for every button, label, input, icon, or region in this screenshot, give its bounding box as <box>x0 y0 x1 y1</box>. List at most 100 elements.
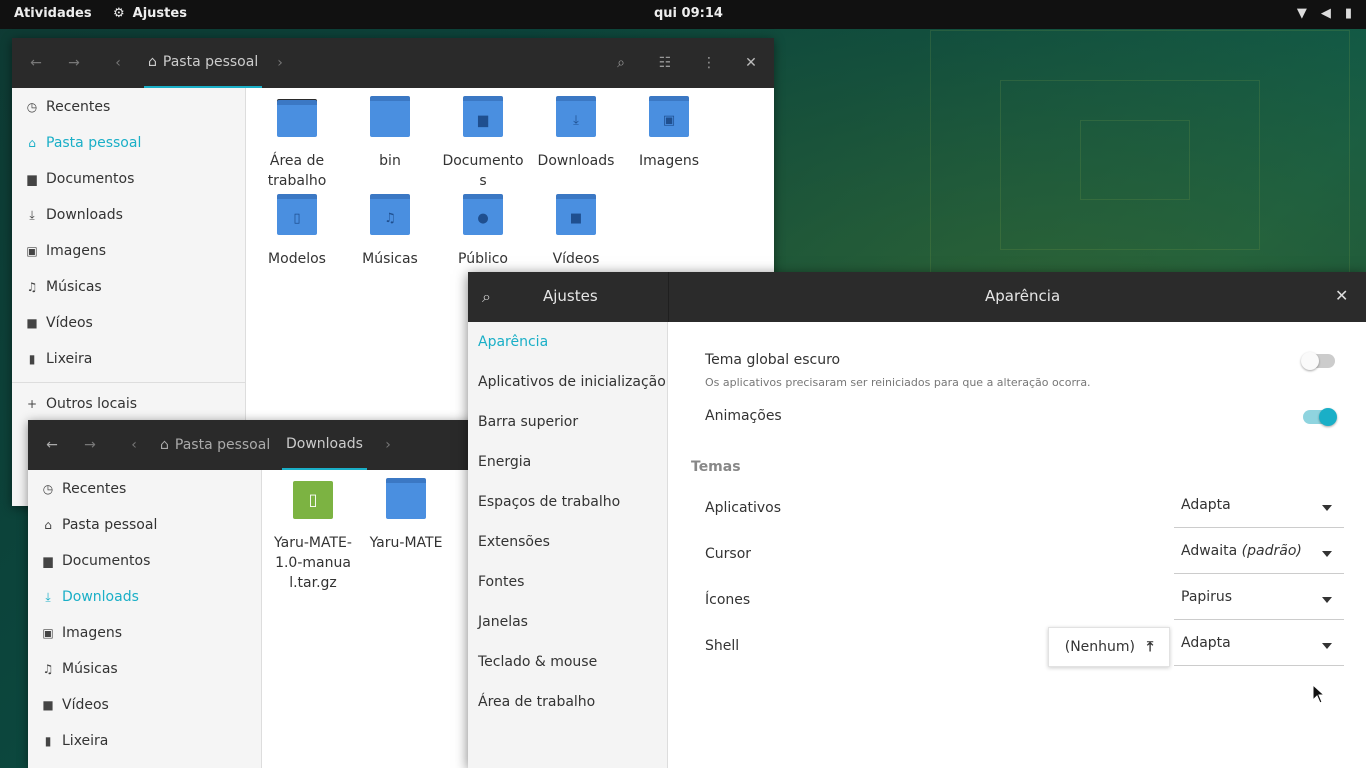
system-tray[interactable]: ▼ ◀ ▮ <box>1297 6 1352 21</box>
back-icon[interactable]: ← <box>34 420 70 470</box>
activities-button[interactable]: Atividades <box>14 6 92 21</box>
forward-icon[interactable]: → <box>56 38 92 88</box>
toggle-knob <box>1319 408 1337 426</box>
file-item-bin[interactable]: bin <box>348 96 432 171</box>
animations-label: Animações <box>705 408 782 424</box>
sidebar-item-pasta-pessoal[interactable]: ⌂ Pasta pessoal <box>12 125 245 161</box>
path-right-icon[interactable]: › <box>370 420 406 470</box>
upload-icon: ⤒ <box>1147 639 1154 655</box>
shell-popup-button[interactable]: (Nenhum) ⤒ <box>1048 627 1170 667</box>
file-manager-downloads-window: ← → ‹ ⌂ Pasta pessoal Downloads › ◷ Recen… <box>28 420 488 768</box>
nav-item-teclado[interactable]: Teclado & mouse <box>478 654 597 670</box>
view-options-icon[interactable]: ☷ <box>647 38 683 88</box>
sidebar-item-documentos[interactable]: ▆ Documentos <box>28 543 261 579</box>
file-item-area-de-trabalho[interactable]: Área de trabalho <box>255 99 339 191</box>
file-item-yaru-mate[interactable]: Yaru-MATE <box>364 478 448 553</box>
nav-item-janelas[interactable]: Janelas <box>478 614 528 630</box>
file-label: Downloads <box>537 153 615 169</box>
file-item-yaru-mate-archive[interactable]: ▯ Yaru-MATE-1.0-manual.tar.gz <box>271 481 355 593</box>
file-item-modelos[interactable]: ▯ Modelos <box>255 194 339 269</box>
path-current-label: Downloads <box>286 436 363 452</box>
path-left-icon[interactable]: ‹ <box>116 420 152 470</box>
search-icon[interactable]: ⌕ <box>482 287 491 307</box>
dropdown-value: Adapta <box>1181 635 1231 651</box>
animations-toggle[interactable] <box>1303 408 1337 426</box>
back-icon[interactable]: ← <box>18 38 54 88</box>
sidebar-item-documentos[interactable]: ▆ Documentos <box>12 161 245 197</box>
path-home-button[interactable]: ⌂ Pasta pessoal <box>144 38 263 88</box>
nav-item-extensoes[interactable]: Extensões <box>478 534 550 550</box>
nav-item-barra-superior[interactable]: Barra superior <box>478 414 578 430</box>
file-label: Vídeos <box>552 251 600 267</box>
templates-folder-icon: ▯ <box>277 194 317 235</box>
path-right-icon[interactable]: › <box>262 38 298 88</box>
mouse-pointer-icon <box>1312 684 1324 704</box>
search-icon[interactable]: ⌕ <box>603 38 639 88</box>
image-icon: ▣ <box>42 626 54 640</box>
images-folder-icon: ▣ <box>649 96 689 137</box>
document-icon: ▆ <box>27 172 37 186</box>
sidebar-item-downloads[interactable]: ⤓ Downloads <box>28 579 261 615</box>
file-item-publico[interactable]: ● Público <box>441 194 525 269</box>
trash-icon: ▮ <box>28 352 36 366</box>
sidebar-item-musicas[interactable]: ♫ Músicas <box>12 269 245 305</box>
sidebar-item-musicas[interactable]: ♫ Músicas <box>28 651 261 687</box>
sidebar-item-imagens[interactable]: ▣ Imagens <box>28 615 261 651</box>
home-icon: ⌂ <box>44 518 52 532</box>
sidebar-item-recentes[interactable]: ◷ Recentes <box>28 471 261 507</box>
menu-icon[interactable]: ⋮ <box>691 38 727 88</box>
app-menu[interactable]: ⚙ Ajustes <box>113 6 187 21</box>
sidebar-item-outros-locais[interactable]: + Outros locais <box>12 386 245 422</box>
sidebar-item-downloads[interactable]: ⤓ Downloads <box>12 197 245 233</box>
file-label: Yaru-MATE <box>369 535 443 551</box>
sidebar-item-recentes[interactable]: ◷ Recentes <box>12 89 245 125</box>
clock[interactable]: qui 09:14 <box>654 6 723 21</box>
nav-item-espacos[interactable]: Espaços de trabalho <box>478 494 620 510</box>
file-item-imagens[interactable]: ▣ Imagens <box>627 96 711 171</box>
path-home-button[interactable]: ⌂ Pasta pessoal <box>160 420 270 470</box>
nav-item-fontes[interactable]: Fontes <box>478 574 524 590</box>
file-item-documentos[interactable]: ▆ Documento s <box>441 96 525 191</box>
chevron-down-icon <box>1322 505 1332 511</box>
sidebar-label: Vídeos <box>46 315 93 331</box>
cursor-theme-dropdown[interactable]: Adwaita (padrão) <box>1174 536 1344 574</box>
app-menu-label: Ajustes <box>132 6 187 21</box>
close-icon[interactable]: ✕ <box>733 38 769 88</box>
nav-item-aplicativos[interactable]: Aplicativos de inicialização <box>478 374 666 390</box>
sidebar-divider <box>12 382 245 383</box>
sidebar-item-videos[interactable]: ■ Vídeos <box>28 687 261 723</box>
forward-icon[interactable]: → <box>72 420 108 470</box>
sidebar-label: Documentos <box>46 171 135 187</box>
sidebar-item-videos[interactable]: ■ Vídeos <box>12 305 245 341</box>
file-item-downloads[interactable]: ⤓ Downloads <box>534 96 618 171</box>
file-label: Área de trabalho <box>267 153 327 189</box>
shell-theme-dropdown[interactable]: Adapta <box>1174 628 1344 666</box>
music-icon: ♫ <box>42 662 54 676</box>
sidebar-label: Vídeos <box>62 697 109 713</box>
video-icon: ■ <box>26 316 38 330</box>
sidebar-item-lixeira[interactable]: ▮ Lixeira <box>12 341 245 377</box>
sidebar-item-lixeira[interactable]: ▮ Lixeira <box>28 723 261 759</box>
file-item-musicas[interactable]: ♫ Músicas <box>348 194 432 269</box>
tweaks-sidebar: Aparência Aplicativos de inicialização B… <box>468 322 668 768</box>
applications-theme-dropdown[interactable]: Adapta <box>1174 490 1344 528</box>
image-icon: ▣ <box>26 244 38 258</box>
sidebar-label: Recentes <box>46 99 111 115</box>
dark-theme-toggle[interactable] <box>1301 352 1335 370</box>
file-item-videos[interactable]: ■ Vídeos <box>534 194 618 269</box>
nav-item-energia[interactable]: Energia <box>478 454 531 470</box>
sidebar: ◷ Recentes ⌂ Pasta pessoal ▆ Documentos ⤓ Do… <box>28 470 262 768</box>
sidebar-label: Músicas <box>62 661 118 677</box>
sidebar-item-imagens[interactable]: ▣ Imagens <box>12 233 245 269</box>
path-downloads-button[interactable]: Downloads <box>282 420 367 470</box>
gear-icon: ⚙ <box>113 6 125 21</box>
file-label: Músicas <box>362 251 418 267</box>
video-icon: ■ <box>42 698 54 712</box>
icons-theme-dropdown[interactable]: Papirus <box>1174 582 1344 620</box>
nav-item-aparencia[interactable]: Aparência <box>478 334 548 350</box>
nav-item-area-trabalho[interactable]: Área de trabalho <box>478 694 595 710</box>
headerbar: ← → ‹ ⌂ Pasta pessoal › ⌕ ☷ ⋮ ✕ <box>12 38 774 88</box>
path-left-icon[interactable]: ‹ <box>100 38 136 88</box>
close-icon[interactable]: ✕ <box>1335 286 1348 305</box>
sidebar-item-pasta-pessoal[interactable]: ⌂ Pasta pessoal <box>28 507 261 543</box>
